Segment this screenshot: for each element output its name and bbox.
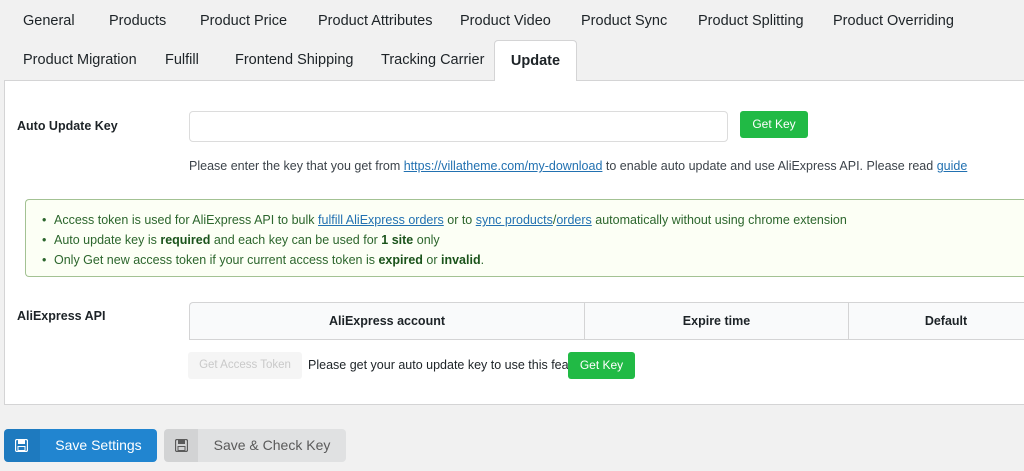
aliexpress-api-label: AliExpress API <box>17 309 106 323</box>
tab-update[interactable]: Update <box>494 40 577 81</box>
notice-bold: required <box>160 233 211 247</box>
tab-product-migration[interactable]: Product Migration <box>23 40 137 80</box>
notice-item: Auto update key is required and each key… <box>42 230 1024 250</box>
settings-tabs: General Products Product Price Product A… <box>0 0 1024 81</box>
tab-tracking-carrier[interactable]: Tracking Carrier <box>381 40 484 80</box>
tab-frontend-shipping[interactable]: Frontend Shipping <box>235 40 354 80</box>
tab-fulfill[interactable]: Fulfill <box>165 40 199 80</box>
notice-text: and each key can be used for <box>210 233 382 247</box>
auto-update-help-text: Please enter the key that you get from h… <box>189 159 967 173</box>
tab-product-splitting[interactable]: Product Splitting <box>698 1 804 41</box>
notice-text: Auto update key is <box>54 233 161 247</box>
get-key-button[interactable]: Get Key <box>740 111 808 138</box>
fulfill-orders-link[interactable]: fulfill AliExpress orders <box>318 213 444 227</box>
notice-item: Only Get new access token if your curren… <box>42 250 1024 270</box>
auto-update-key-input[interactable] <box>189 111 728 142</box>
notice-text: automatically without using chrome exten… <box>591 213 847 227</box>
save-check-key-button[interactable]: Save & Check Key <box>164 429 346 462</box>
notice-text: . <box>480 253 485 267</box>
get-access-token-button: Get Access Token <box>188 352 302 379</box>
column-expire-time: Expire time <box>682 314 751 328</box>
notice-text: Only Get new access token if your curren… <box>54 253 379 267</box>
tab-product-price[interactable]: Product Price <box>200 1 287 41</box>
floppy-disk-icon <box>4 429 40 462</box>
notice-text: or <box>422 253 441 267</box>
notice-text: or to <box>443 213 476 227</box>
notice-bold: 1 site <box>381 233 414 247</box>
api-feature-note: Please get your auto update key to use t… <box>308 358 594 372</box>
notice-bold: invalid <box>440 253 481 267</box>
tab-product-attributes[interactable]: Product Attributes <box>318 1 432 41</box>
column-aliexpress-account: AliExpress account <box>328 314 445 328</box>
tab-product-video[interactable]: Product Video <box>460 1 551 41</box>
access-token-notice: Access token is used for AliExpress API … <box>25 199 1024 277</box>
floppy-disk-icon <box>164 429 198 462</box>
auto-update-key-label: Auto Update Key <box>17 119 118 133</box>
save-settings-button[interactable]: Save Settings <box>4 429 157 462</box>
tab-product-overriding[interactable]: Product Overriding <box>833 1 954 41</box>
notice-text: only <box>413 233 440 247</box>
tab-products[interactable]: Products <box>109 1 166 41</box>
api-get-key-button[interactable]: Get Key <box>568 352 635 379</box>
sync-orders-link[interactable]: orders <box>556 213 591 227</box>
notice-text: Access token is used for AliExpress API … <box>54 213 319 227</box>
aliexpress-accounts-table: AliExpress account Expire time Default <box>189 302 1024 340</box>
help-prefix: Please enter the key that you get from <box>189 159 404 173</box>
notice-item: Access token is used for AliExpress API … <box>42 210 1024 230</box>
tab-product-sync[interactable]: Product Sync <box>581 1 667 41</box>
guide-link[interactable]: guide <box>937 159 968 173</box>
tab-general[interactable]: General <box>23 1 75 41</box>
save-settings-label: Save Settings <box>55 437 142 453</box>
help-middle: to enable auto update and use AliExpress… <box>602 159 937 173</box>
my-download-link[interactable]: https://villatheme.com/my-download <box>404 159 603 173</box>
save-check-key-label: Save & Check Key <box>213 437 331 453</box>
column-default: Default <box>924 314 968 328</box>
sync-products-link[interactable]: sync products <box>476 213 553 227</box>
notice-bold: expired <box>378 253 423 267</box>
